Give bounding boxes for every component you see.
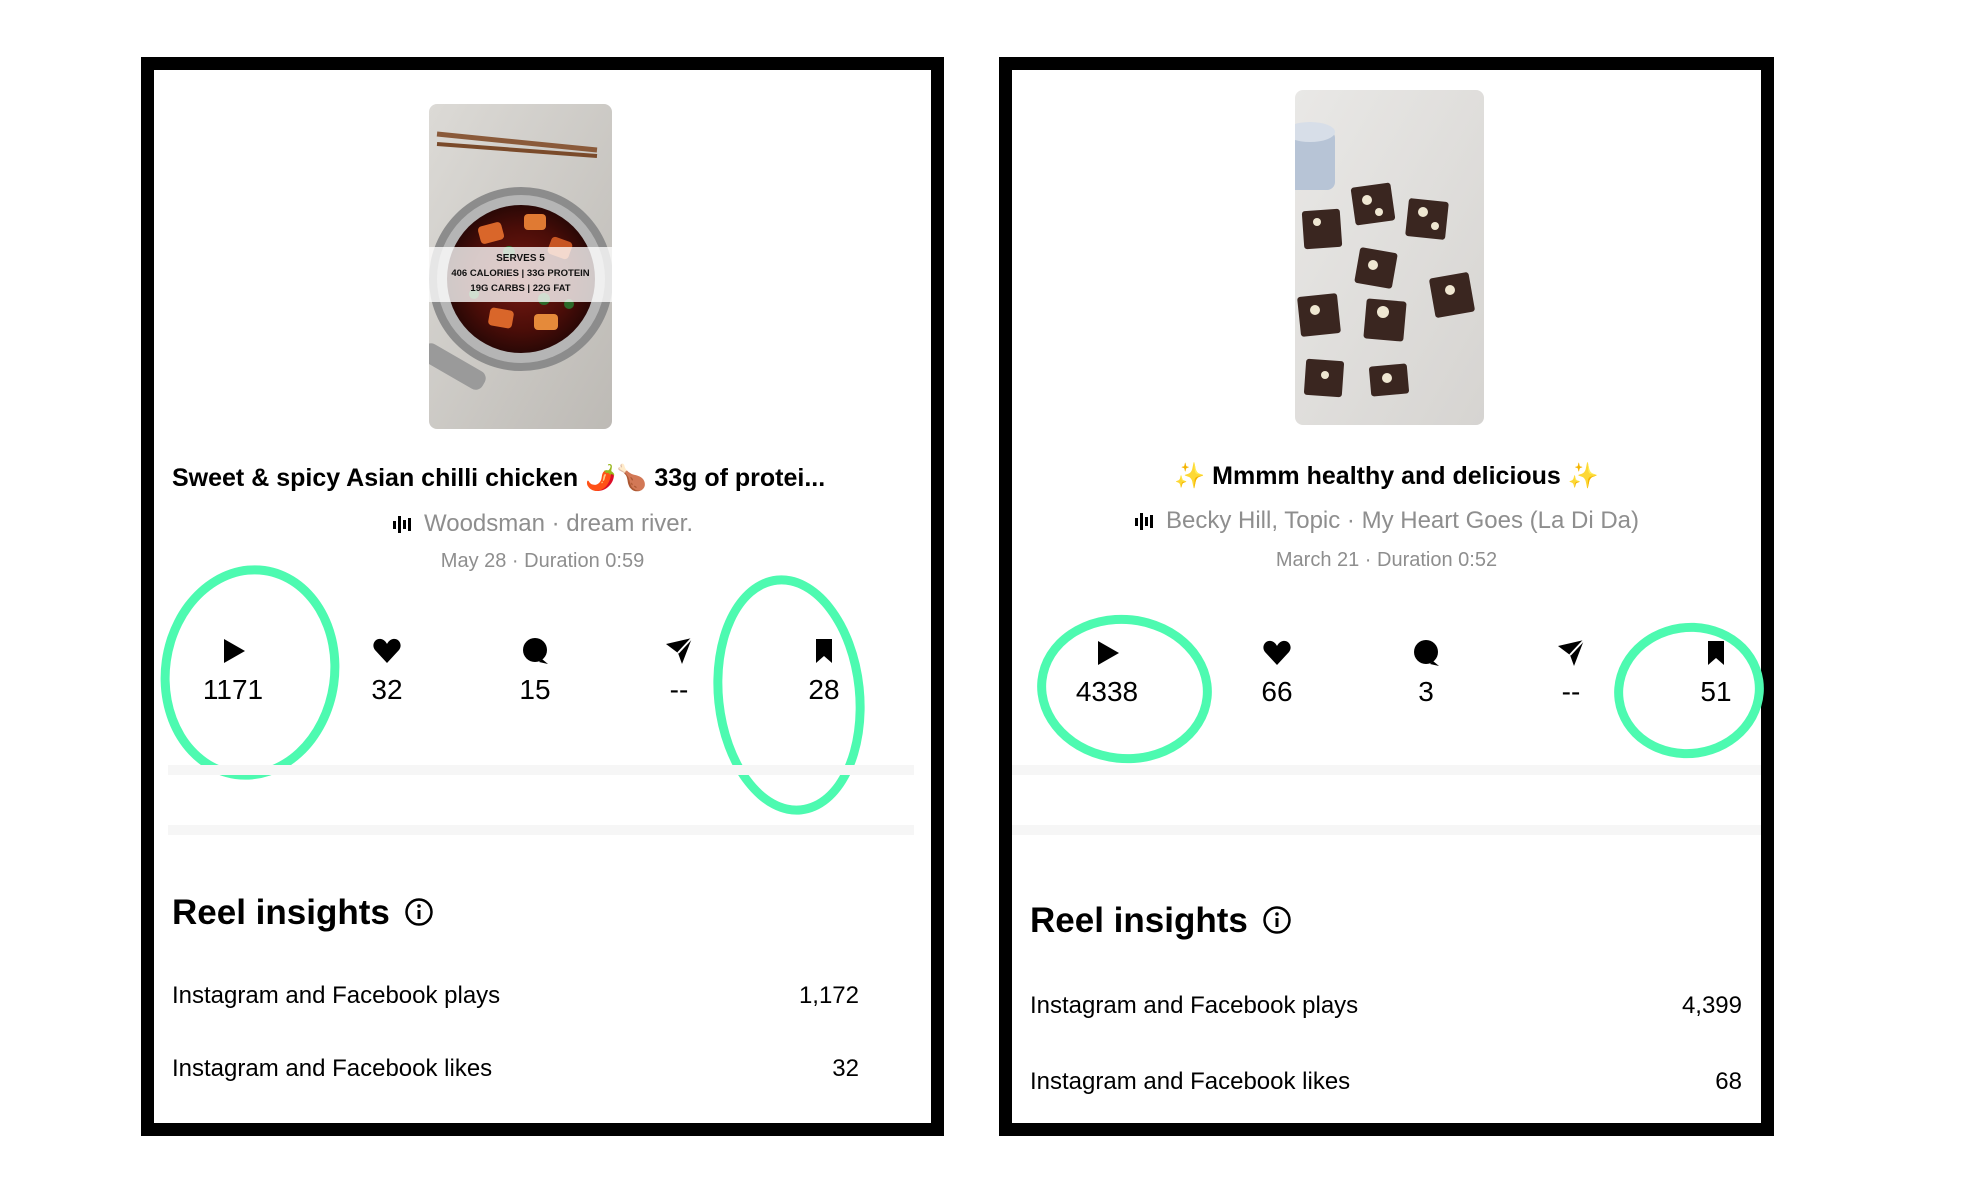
comments-stat[interactable]: 15	[475, 636, 595, 706]
comment-icon	[523, 638, 548, 664]
audio-label: Becky Hill, Topic · My Heart Goes (La Di…	[1165, 507, 1639, 534]
shares-stat[interactable]: --	[1511, 638, 1631, 708]
reel-title: Sweet & spicy Asian chilli chicken 🌶️🍗 3…	[172, 464, 826, 492]
reel-card-right: ✨ Mmmm healthy and delicious ✨ Becky Hil…	[999, 57, 1774, 1136]
thumbnail-text-1: SERVES 5	[496, 253, 545, 264]
insight-plays-value: 1,172	[798, 982, 859, 1009]
insight-plays-label: Instagram and Facebook plays	[1030, 992, 1359, 1019]
reel-title: ✨ Mmmm healthy and delicious ✨	[1174, 462, 1599, 490]
comment-icon	[1414, 640, 1439, 666]
reel-audio[interactable]: Becky Hill, Topic · My Heart Goes (La Di…	[1012, 507, 1761, 535]
share-icon	[666, 637, 693, 664]
insight-likes-label: Instagram and Facebook likes	[172, 1055, 493, 1082]
audio-label: Woodsman · dream river.	[424, 510, 693, 537]
heart-icon	[373, 638, 401, 663]
reel-thumbnail[interactable]: SERVES 5 406 CALORIES | 33G PROTEIN 19G …	[429, 104, 612, 429]
highlight-circle-plays	[146, 553, 354, 792]
section-divider	[168, 825, 914, 835]
likes-count: 66	[1261, 676, 1293, 707]
reel-meta: March 21 · Duration 0:52	[1275, 549, 1498, 571]
reel-insights-heading: Reel insights	[172, 893, 434, 933]
insight-likes-label: Instagram and Facebook likes	[1030, 1068, 1351, 1095]
highlight-circle-saves	[701, 567, 877, 823]
thumbnail-text-2: 406 CALORIES | 33G PROTEIN	[451, 268, 589, 279]
comments-stat[interactable]: 3	[1366, 638, 1486, 708]
reel-audio[interactable]: Woodsman · dream river.	[154, 510, 931, 538]
info-icon[interactable]	[1262, 905, 1292, 935]
info-icon[interactable]	[404, 897, 434, 927]
highlight-circle-saves	[1605, 613, 1773, 768]
share-icon	[1558, 639, 1585, 666]
audio-wave-icon	[393, 516, 411, 533]
insight-plays-label: Instagram and Facebook plays	[172, 982, 501, 1009]
chicken-dish-image: SERVES 5 406 CALORIES | 33G PROTEIN 19G …	[429, 104, 612, 429]
heart-icon	[1263, 640, 1291, 665]
audio-wave-icon	[1134, 513, 1153, 530]
likes-stat[interactable]: 32	[327, 636, 447, 706]
reel-insights-heading: Reel insights	[1030, 901, 1292, 941]
reel-card-left: SERVES 5 406 CALORIES | 33G PROTEIN 19G …	[141, 57, 944, 1136]
reel-insights-label: Reel insights	[1030, 901, 1248, 940]
likes-count: 32	[371, 674, 403, 705]
comments-count: 15	[519, 674, 551, 705]
reel-thumbnail[interactable]	[1295, 90, 1484, 425]
thumbnail-text-3: 19G CARBS | 22G FAT	[470, 283, 570, 294]
insight-likes-value: 68	[1715, 1068, 1742, 1095]
brownie-image	[1295, 90, 1484, 425]
insight-plays-value: 4,399	[1681, 992, 1742, 1019]
likes-stat[interactable]: 66	[1217, 638, 1337, 708]
highlight-circle-plays	[1029, 606, 1220, 772]
stats-divider	[168, 765, 914, 775]
insight-likes-value: 32	[832, 1055, 859, 1082]
stats-divider	[1012, 765, 1761, 775]
comments-count: 3	[1418, 676, 1434, 707]
reel-insights-label: Reel insights	[172, 893, 390, 932]
section-divider	[1012, 825, 1761, 835]
